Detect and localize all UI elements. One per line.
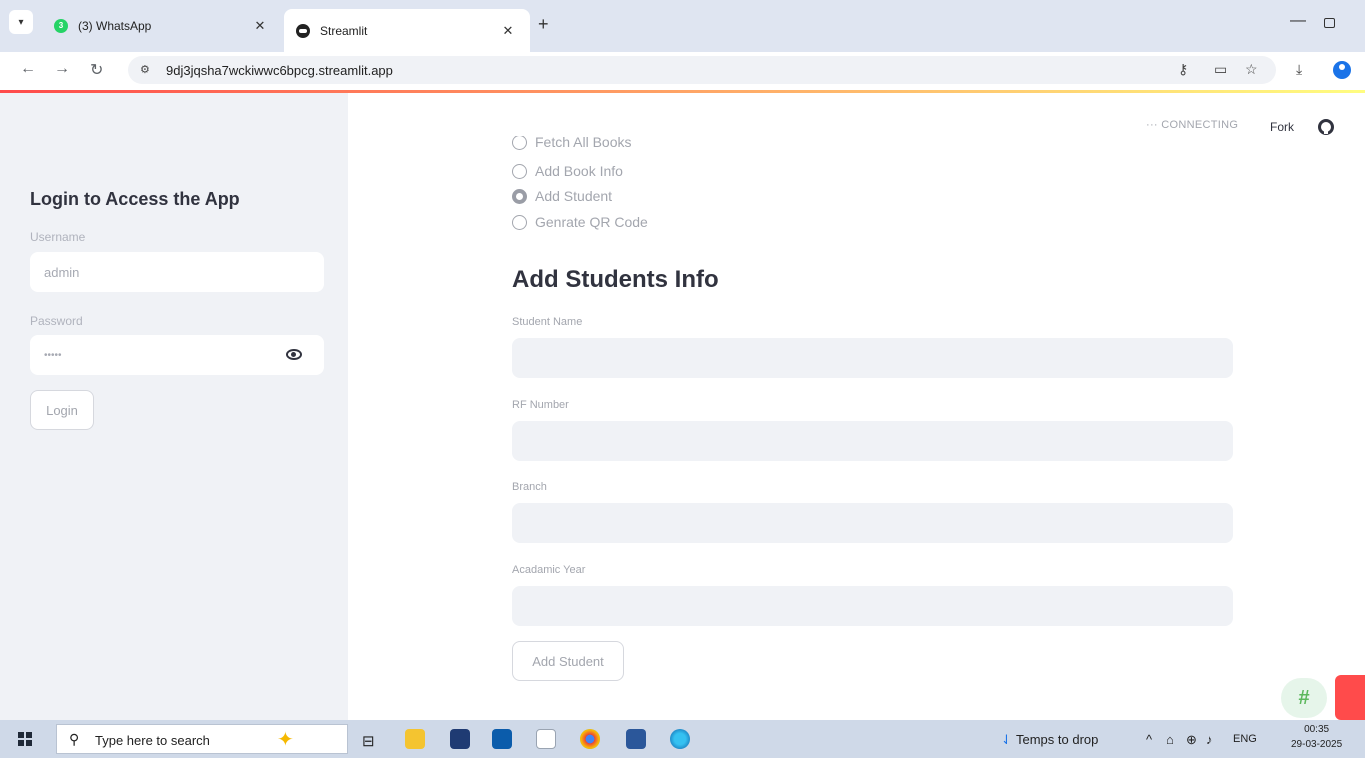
password-label: Password	[30, 314, 83, 328]
page-title: Add Students Info	[512, 266, 719, 293]
password-input[interactable]: •••••	[30, 335, 324, 375]
password-value: •••••	[44, 349, 62, 361]
radio-option-add-student[interactable]: Add Student	[512, 188, 612, 204]
username-label: Username	[30, 230, 86, 244]
search-icon: ⚲	[69, 731, 80, 747]
tray-chevron-up-icon[interactable]: ^	[1146, 732, 1152, 747]
tab-whatsapp[interactable]: 3 (3) WhatsApp ✕	[42, 9, 282, 43]
store-icon[interactable]	[450, 729, 470, 749]
tab-search-chevron-icon[interactable]: ▾	[9, 10, 33, 34]
add-student-button[interactable]: Add Student	[512, 641, 624, 681]
student-name-label: Student Name	[512, 316, 583, 328]
site-info-icon[interactable]: ⚙	[140, 63, 154, 77]
forward-arrow-icon[interactable]: →	[54, 60, 70, 78]
username-input[interactable]: admin	[30, 252, 324, 292]
clock-date: 29-03-2025	[1291, 739, 1343, 750]
radio-circle	[512, 214, 527, 230]
radio-circle-selected	[512, 188, 527, 204]
minimize-icon[interactable]: —	[1290, 12, 1306, 30]
streamlit-icon	[296, 23, 310, 38]
manage-app-tab[interactable]	[1335, 675, 1365, 720]
new-tab-plus-icon[interactable]: +	[538, 14, 549, 35]
radio-option-generate-qr[interactable]: Genrate QR Code	[512, 214, 648, 230]
radio-circle	[512, 163, 527, 179]
radio-circle	[512, 136, 527, 150]
file-explorer-icon[interactable]	[405, 729, 425, 749]
reload-icon[interactable]: ↻	[90, 60, 103, 80]
restore-window-icon[interactable]	[1324, 18, 1335, 28]
network-icon[interactable]: ⌂	[1166, 732, 1174, 747]
cast-icon[interactable]: ▭	[1214, 61, 1227, 78]
rf-number-label: RF Number	[512, 399, 569, 411]
username-value: admin	[44, 264, 80, 280]
clock[interactable]: 00:35 29-03-2025	[1291, 722, 1342, 752]
edge-icon[interactable]	[670, 729, 690, 749]
student-name-input[interactable]	[512, 338, 1233, 378]
show-password-eye-icon[interactable]	[286, 349, 302, 360]
branch-input[interactable]	[512, 503, 1233, 543]
task-view-icon[interactable]: ⊟	[362, 732, 375, 750]
chrome-icon[interactable]	[580, 729, 600, 749]
connection-status: ··· CONNECTING	[1146, 119, 1238, 131]
fork-link[interactable]: Fork	[1270, 120, 1294, 134]
back-arrow-icon[interactable]: ←	[20, 60, 36, 78]
login-title: Login to Access the App	[30, 189, 240, 209]
download-icon[interactable]: ⤓	[1296, 61, 1302, 78]
volume-icon[interactable]: ♪	[1206, 732, 1213, 747]
sidebar: Login to Access the App Username admin P…	[0, 93, 348, 720]
notepad-icon[interactable]	[536, 729, 556, 749]
bookmark-star-icon[interactable]: ☆	[1245, 61, 1258, 78]
profile-avatar-icon[interactable]	[1333, 61, 1351, 79]
whatsapp-icon: 3	[54, 19, 68, 33]
github-icon[interactable]	[1318, 119, 1334, 135]
rf-number-input[interactable]	[512, 421, 1233, 461]
radio-label: Add Book Info	[535, 163, 623, 179]
radio-label: Add Student	[535, 188, 613, 204]
clock-time: 00:35	[1304, 724, 1330, 735]
radio-label: Genrate QR Code	[535, 214, 648, 230]
status-text: CONNECTING	[1161, 119, 1239, 131]
tab-streamlit[interactable]: Streamlit ✕	[284, 9, 530, 52]
academic-year-input[interactable]	[512, 586, 1233, 626]
windows-start-icon[interactable]	[18, 732, 32, 746]
language-indicator[interactable]: ENG	[1233, 733, 1257, 745]
weather-text[interactable]: Temps to drop	[1016, 732, 1098, 747]
close-tab-icon[interactable]: ✕	[248, 18, 272, 34]
search-placeholder: Type here to search	[95, 733, 210, 748]
globe-icon[interactable]: ⊕	[1186, 732, 1197, 748]
branch-label: Branch	[512, 481, 547, 493]
status-dots-icon: ···	[1146, 119, 1162, 131]
close-tab-icon[interactable]: ✕	[496, 23, 520, 39]
windows-taskbar: ⚲ Type here to search ✦ ⊟ ⇃ Temps to dro…	[0, 720, 1365, 758]
tab-title: (3) WhatsApp	[78, 19, 152, 33]
word-icon[interactable]	[626, 729, 646, 749]
address-bar: ← → ↻ ⚙ 9dj3jqsha7wckiwwc6bpcg.streamlit…	[0, 52, 1365, 88]
mail-icon[interactable]	[492, 729, 512, 749]
url-text[interactable]: 9dj3jqsha7wckiwwc6bpcg.streamlit.app	[166, 63, 393, 78]
radio-option-fetch-books[interactable]: Fetch All Books	[512, 136, 632, 156]
tab-title: Streamlit	[320, 23, 368, 38]
sparkle-icon: ✦	[277, 729, 294, 751]
weather-icon: ⇃	[1001, 732, 1012, 747]
browser-tab-bar: ▾ 3 (3) WhatsApp ✕ Streamlit ✕ + —	[0, 0, 1365, 52]
academic-year-label: Acadamic Year	[512, 564, 586, 576]
url-box[interactable]: ⚙ 9dj3jqsha7wckiwwc6bpcg.streamlit.app	[128, 56, 1276, 84]
key-icon[interactable]: ⚷	[1178, 61, 1188, 78]
hashtag-extension-icon[interactable]: #	[1281, 678, 1327, 718]
radio-label: Fetch All Books	[535, 136, 632, 150]
login-button[interactable]: Login	[30, 390, 94, 430]
radio-option-add-book[interactable]: Add Book Info	[512, 163, 623, 179]
taskbar-search[interactable]: ⚲ Type here to search ✦	[56, 724, 348, 754]
